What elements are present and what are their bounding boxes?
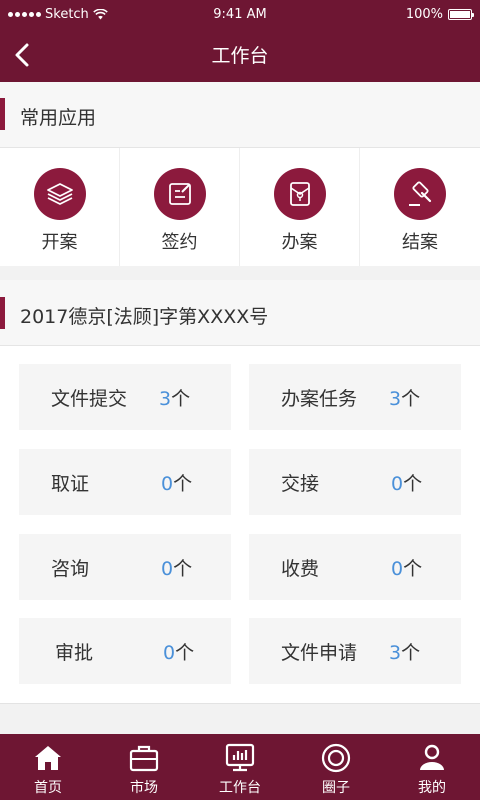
app-label: 结案 <box>402 232 438 253</box>
common-apps-grid: 开案 签约 办案 结案 <box>0 148 480 266</box>
stat-file-submit[interactable]: 文件提交 3个 <box>19 364 231 430</box>
stat-fees[interactable]: 收费 0个 <box>249 534 461 600</box>
stat-consult[interactable]: 咨询 0个 <box>19 534 231 600</box>
circle-ring-icon <box>321 743 351 773</box>
tab-mine[interactable]: 我的 <box>384 734 480 800</box>
case-folder-icon <box>290 182 310 206</box>
tab-label: 工作台 <box>219 780 261 796</box>
stat-case-tasks[interactable]: 办案任务 3个 <box>249 364 461 430</box>
tab-label: 首页 <box>34 780 62 796</box>
tab-label: 我的 <box>418 780 446 796</box>
section-title: 常用应用 <box>20 107 97 129</box>
common-apps-header: 常用应用 <box>0 82 480 148</box>
battery-percent: 100% <box>405 7 443 22</box>
briefcase-icon <box>129 745 159 772</box>
sign-doc-icon <box>169 183 191 205</box>
app-open-case[interactable]: 开案 <box>0 148 120 266</box>
stat-handover[interactable]: 交接 0个 <box>249 449 461 515</box>
case-stats-panel: 文件提交 3个 办案任务 3个 取证 0个 交接 0个 咨询 0个 收费 0个 … <box>0 346 480 704</box>
app-handle-case[interactable]: 办案 <box>240 148 360 266</box>
user-icon <box>420 744 444 770</box>
tab-home[interactable]: 首页 <box>0 734 96 800</box>
layers-icon <box>47 183 73 205</box>
stat-approval[interactable]: 审批 0个 <box>19 618 231 684</box>
tab-circle[interactable]: 圈子 <box>288 734 384 800</box>
tab-label: 圈子 <box>322 780 350 796</box>
app-close-case[interactable]: 结案 <box>360 148 480 266</box>
gavel-icon <box>409 181 432 206</box>
tab-workbench[interactable]: 工作台 <box>192 734 288 800</box>
monitor-chart-icon <box>225 743 255 772</box>
case-header[interactable]: 2017德京[法顾]字第XXXX号 <box>0 280 480 346</box>
tab-bar: 首页 市场 工作台 圈子 我的 <box>0 734 480 800</box>
home-icon <box>35 746 61 770</box>
case-number: 2017德京[法顾]字第XXXX号 <box>20 306 269 328</box>
page-title: 工作台 <box>211 45 269 67</box>
app-label: 开案 <box>41 232 78 253</box>
app-label: 办案 <box>281 232 318 253</box>
app-sign[interactable]: 签约 <box>120 148 240 266</box>
navigation-bar: 工作台 <box>0 28 480 82</box>
battery-icon <box>448 9 474 20</box>
stat-file-request[interactable]: 文件申请 3个 <box>249 618 461 684</box>
stat-evidence[interactable]: 取证 0个 <box>19 449 231 515</box>
tab-label: 市场 <box>130 780 158 796</box>
tab-market[interactable]: 市场 <box>96 734 192 800</box>
status-bar: Sketch 9:41 AM 100% <box>0 0 480 28</box>
app-label: 签约 <box>161 232 198 253</box>
